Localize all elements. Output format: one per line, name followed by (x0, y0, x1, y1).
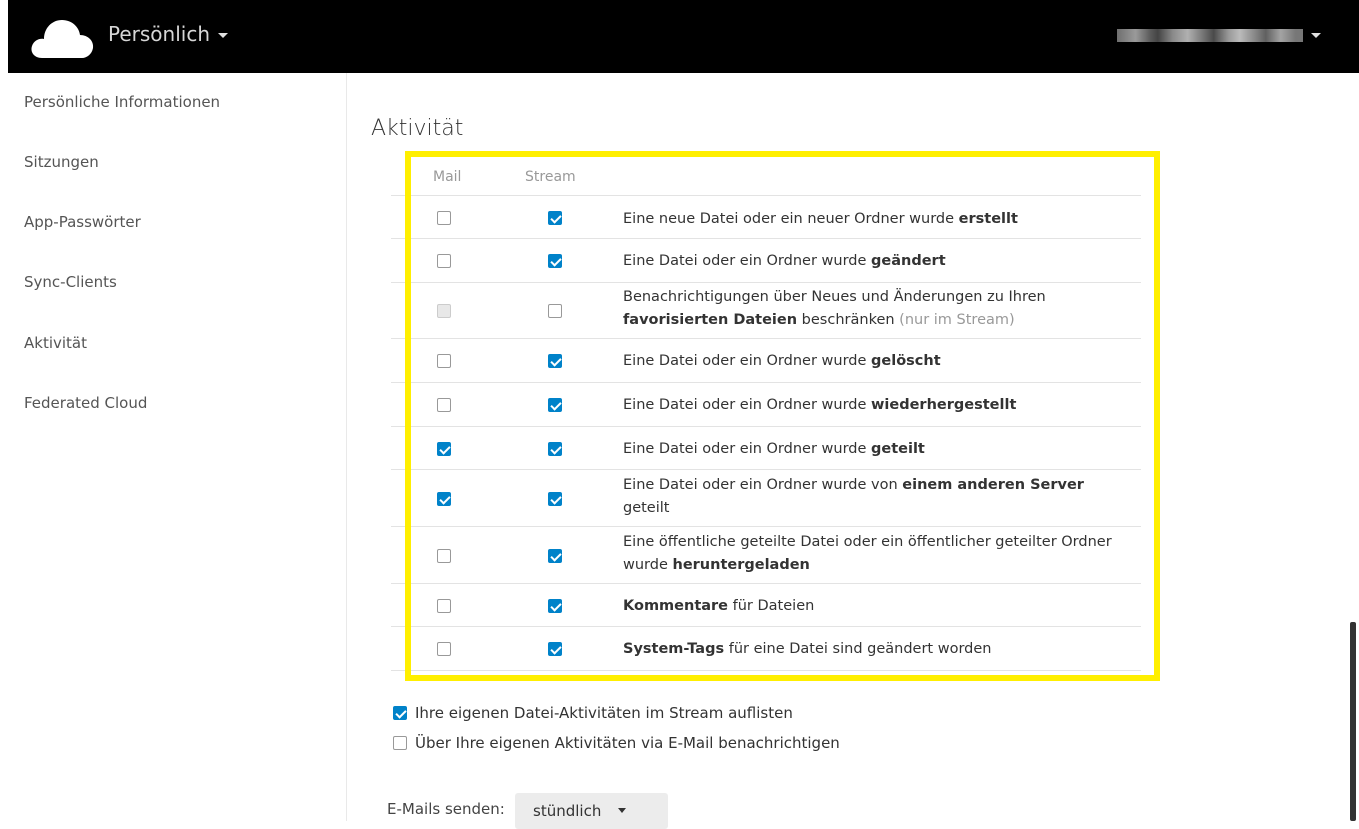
user-menu-button[interactable] (1117, 29, 1321, 42)
user-name-blurred (1117, 29, 1303, 42)
settings-sidebar: Persönliche Informationen Sitzungen App-… (8, 73, 347, 821)
sidebar-item-personal-info[interactable]: Persönliche Informationen (24, 93, 220, 111)
app-menu-button[interactable]: Persönlich (108, 22, 228, 46)
option-own-stream[interactable]: Ihre eigenen Datei-Aktivitäten im Stream… (393, 704, 793, 722)
section-title: Aktivität (371, 116, 464, 141)
caret-down-icon (218, 32, 228, 38)
sidebar-item-sync-clients[interactable]: Sync-Clients (24, 273, 117, 291)
highlight-frame (405, 151, 1160, 681)
sidebar-item-federated-cloud[interactable]: Federated Cloud (24, 394, 147, 412)
sidebar-item-activity[interactable]: Aktivität (24, 334, 87, 352)
cloud-logo-icon[interactable] (30, 18, 94, 58)
own-mail-checkbox[interactable] (393, 736, 407, 750)
option-own-mail[interactable]: Über Ihre eigenen Aktivitäten via E-Mail… (393, 734, 840, 752)
send-frequency-value: stündlich (533, 802, 602, 820)
option-own-mail-label: Über Ihre eigenen Aktivitäten via E-Mail… (415, 734, 840, 752)
sidebar-item-sessions[interactable]: Sitzungen (24, 153, 99, 171)
send-email-label: E-Mails senden: (387, 800, 505, 818)
main-content: Aktivität Mail Stream Eine neue Datei od… (347, 73, 1347, 829)
caret-down-icon (618, 808, 626, 813)
send-frequency-select[interactable]: stündlich (515, 793, 668, 829)
sidebar-item-app-passwords[interactable]: App-Passwörter (24, 213, 141, 231)
window-edge (0, 0, 8, 821)
page-scrollbar[interactable] (1350, 622, 1356, 821)
app-menu-label: Persönlich (108, 22, 210, 46)
top-header: Persönlich (8, 0, 1359, 73)
option-own-stream-label: Ihre eigenen Datei-Aktivitäten im Stream… (415, 704, 793, 722)
own-stream-checkbox[interactable] (393, 706, 407, 720)
caret-down-icon (1311, 33, 1321, 38)
